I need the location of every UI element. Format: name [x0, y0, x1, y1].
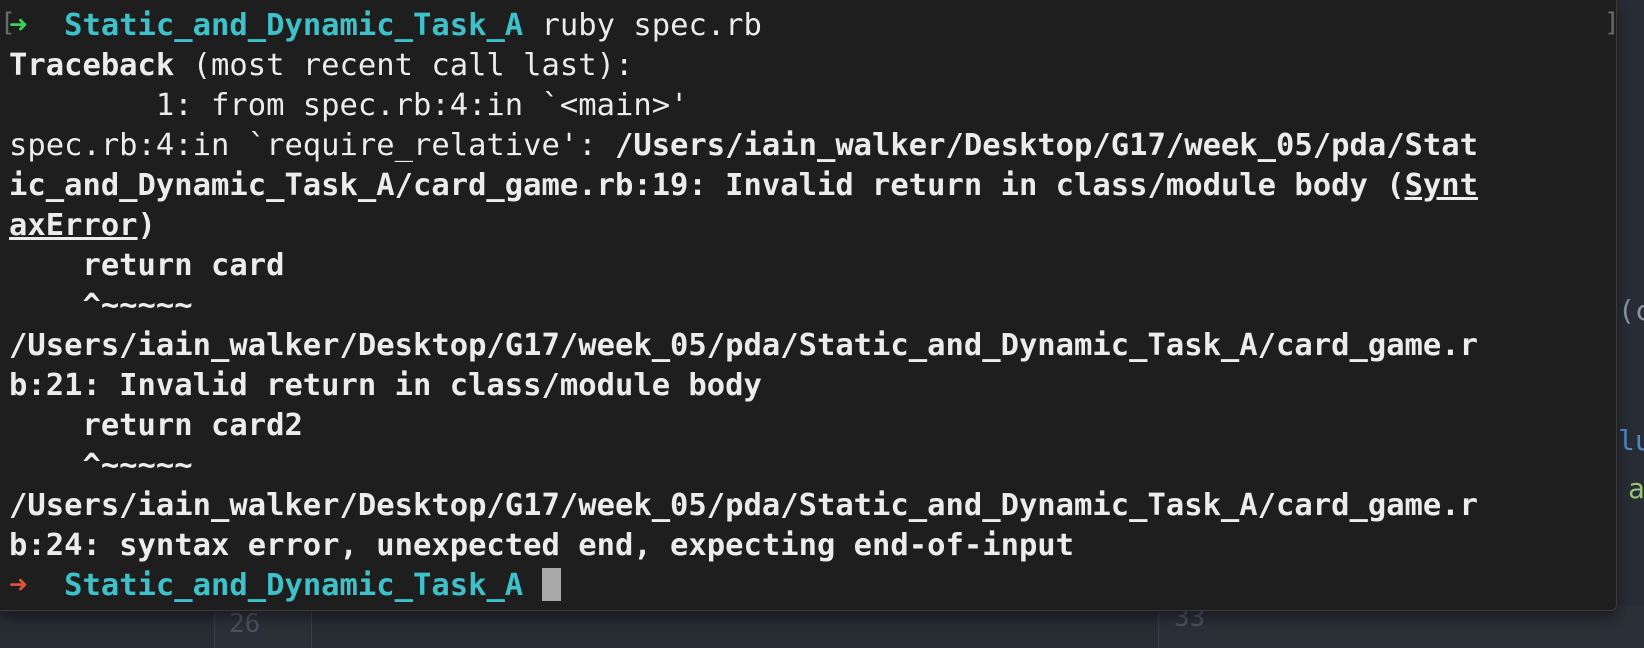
prompt-arrow-icon: ➜ [9, 568, 28, 603]
prompt-directory: Static_and_Dynamic_Task_A [64, 568, 524, 603]
command-line: ➜ Static_and_Dynamic_Task_A ruby spec.rb [9, 6, 1609, 46]
prompt-arrow-icon: ➜ [9, 8, 28, 43]
error-type-cont: axError [9, 208, 138, 243]
command-text: ruby spec.rb [523, 8, 762, 43]
output-line: ic_and_Dynamic_Task_A/card_game.rb:19: I… [9, 166, 1609, 206]
output-line: b:21: Invalid return in class/module bod… [9, 368, 762, 403]
output-line: axError) [9, 206, 1609, 246]
traceback-label: Traceback [9, 48, 175, 83]
output-line: /Users/iain_walker/Desktop/G17/week_05/p… [9, 328, 1479, 363]
editor-gutter-left: 26 [214, 605, 312, 648]
cursor [541, 568, 561, 601]
terminal-output[interactable]: ➜ Static_and_Dynamic_Task_A ruby spec.rb… [9, 6, 1609, 606]
output-line: b:24: syntax error, unexpected end, expe… [9, 528, 1075, 563]
output-line: ^~~~~~ [9, 288, 193, 323]
output-line: return card2 [9, 408, 303, 443]
editor-code-fragment: lu [1618, 424, 1644, 457]
output-line: 1: from spec.rb:4:in `<main>' [9, 88, 689, 123]
terminal-window[interactable]: [ ] ➜ Static_and_Dynamic_Task_A ruby spe… [0, 0, 1617, 611]
error-path: /Users/iain_walker/Desktop/G17/week_05/p… [614, 128, 1479, 163]
output-line: return card [9, 248, 285, 283]
output-line: Traceback (most recent call last): [9, 46, 1609, 86]
error-type: Synt [1404, 168, 1479, 203]
error-paren: ) [137, 208, 156, 243]
prompt-directory: Static_and_Dynamic_Task_A [64, 8, 524, 43]
current-prompt-line[interactable]: ➜ Static_and_Dynamic_Task_A [9, 566, 1609, 606]
traceback-text: (most recent call last): [174, 48, 634, 83]
output-line: ^~~~~~ [9, 448, 193, 483]
error-message: ic_and_Dynamic_Task_A/card_game.rb:19: I… [9, 168, 1405, 203]
editor-code-fragment: a [1628, 472, 1644, 505]
error-prefix: spec.rb:4:in `require_relative': [9, 128, 615, 163]
output-line: /Users/iain_walker/Desktop/G17/week_05/p… [9, 488, 1479, 523]
line-number: 26 [229, 609, 261, 639]
output-line: spec.rb:4:in `require_relative': /Users/… [9, 126, 1609, 166]
editor-code-fragment: (c [1618, 294, 1644, 327]
editor-gutter-right: 33 [1158, 603, 1644, 648]
